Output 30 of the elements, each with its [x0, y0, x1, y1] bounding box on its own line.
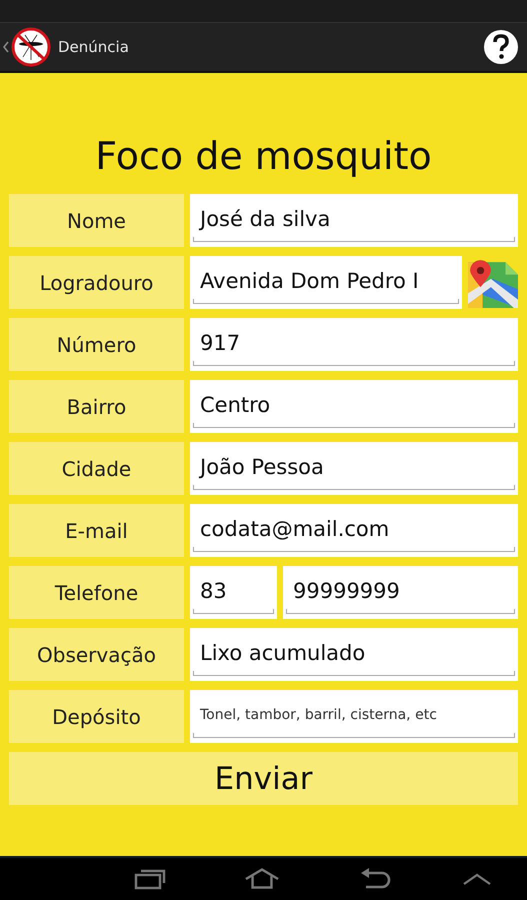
input-field[interactable]: João Pessoa [190, 442, 518, 495]
home-icon[interactable] [245, 867, 279, 891]
input-field[interactable]: Avenida Dom Pedro I [190, 256, 462, 309]
help-icon[interactable] [483, 29, 519, 65]
no-mosquito-icon[interactable] [11, 27, 51, 67]
field-label: Depósito [9, 690, 184, 743]
back-chevron-icon[interactable] [3, 41, 9, 53]
input-field[interactable]: Tonel, tambor, barril, cisterna, etc [190, 690, 518, 743]
back-icon[interactable] [359, 867, 393, 891]
field-label: E-mail [9, 504, 184, 557]
field-label: Bairro [9, 380, 184, 433]
screen-title: Denúncia [58, 38, 130, 56]
input-field[interactable]: codata@mail.com [190, 504, 518, 557]
chevron-up-icon[interactable] [463, 872, 491, 886]
input-field[interactable]: Centro [190, 380, 518, 433]
submit-button[interactable]: Enviar [9, 752, 518, 805]
input-field[interactable]: Lixo acumulado [190, 628, 518, 681]
phone-number-field[interactable]: 99999999 [283, 566, 518, 619]
field-label: Número [9, 318, 184, 371]
area-code-field[interactable]: 83 [190, 566, 277, 619]
field-label: Telefone [9, 566, 184, 619]
map-icon[interactable] [468, 258, 518, 308]
input-field[interactable]: José da silva [190, 194, 518, 247]
field-label: Nome [9, 194, 184, 247]
field-label: Cidade [9, 442, 184, 495]
field-label: Observação [9, 628, 184, 681]
field-label: Logradouro [9, 256, 184, 309]
input-field[interactable]: 917 [190, 318, 518, 371]
form-title: Foco de mosquito [94, 133, 433, 179]
recent-apps-icon[interactable] [133, 867, 167, 891]
